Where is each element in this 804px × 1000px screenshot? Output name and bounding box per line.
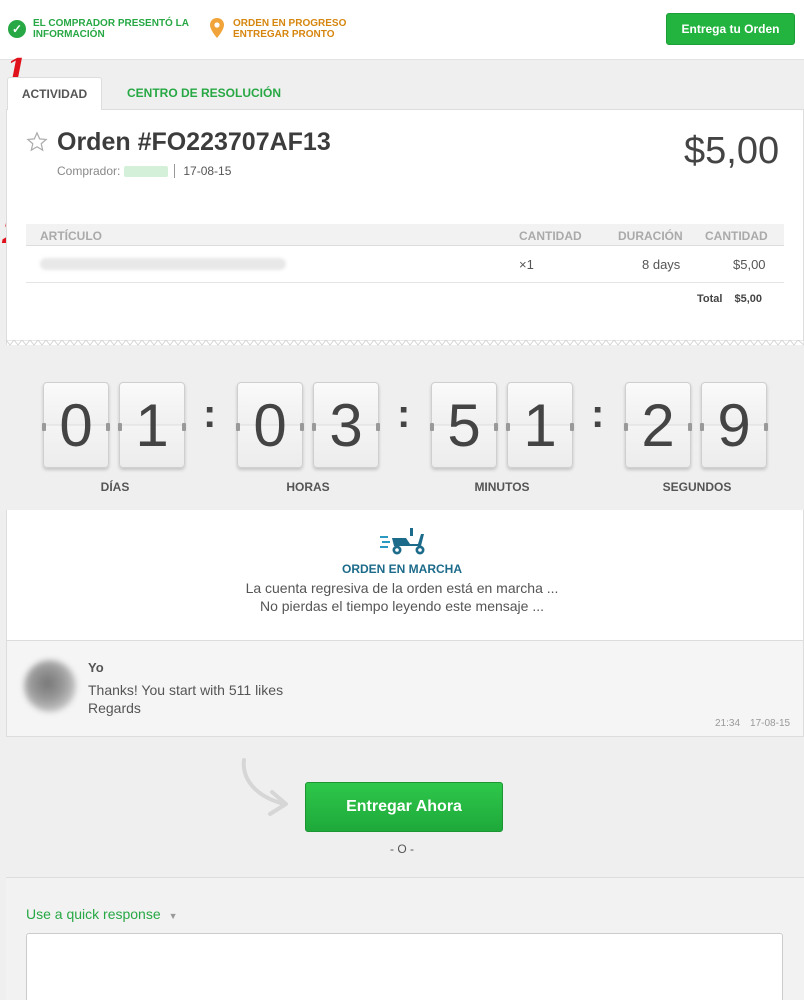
deliver-order-button[interactable]: Entrega tu Orden: [666, 13, 795, 45]
tab-activity[interactable]: ACTIVIDAD: [7, 77, 102, 110]
countdown-digit: 0: [42, 382, 110, 468]
status-buyer-info: ✓ EL COMPRADOR PRESENTÓ LA INFORMACIÓN: [8, 18, 203, 40]
total-value: $5,00: [734, 293, 762, 305]
order-date: 17-08-15: [183, 164, 232, 178]
order-table-header: ARTÍCULO CANTIDAD DURACIÓN CANTIDAD: [26, 224, 784, 246]
message-author: Yo: [88, 660, 104, 675]
buyer-name-redacted[interactable]: [124, 165, 169, 177]
countdown-digit: 1: [118, 382, 186, 468]
countdown-digit: 9: [700, 382, 768, 468]
buyer-label: Comprador:: [57, 164, 121, 178]
check-icon: ✓: [8, 20, 26, 38]
hand-drawn-arrow-icon: [241, 758, 288, 816]
deliver-now-button[interactable]: Entregar Ahora: [305, 782, 503, 832]
order-price: $5,00: [684, 130, 780, 172]
column-amount: CANTIDAD: [705, 229, 768, 243]
unit-seconds: SEGUNDOS: [662, 480, 732, 494]
table-row: ×1 8 days $5,00: [26, 247, 784, 283]
star-icon[interactable]: [26, 131, 48, 153]
column-article: ARTÍCULO: [40, 229, 102, 243]
quick-response-dropdown[interactable]: Use a quick response ▼: [26, 906, 178, 922]
status-progress-line1: ORDEN EN PROGRESO: [233, 18, 347, 29]
message-timestamp: 21:34 17-08-15: [715, 718, 790, 729]
total-label: Total: [697, 293, 723, 305]
divider: [174, 164, 176, 178]
avatar: [24, 660, 76, 712]
item-duration: 8 days: [642, 257, 681, 272]
order-title: Orden #FO223707AF13: [57, 128, 331, 156]
countdown-digit: 5: [430, 382, 498, 468]
countdown-digit: 3: [312, 382, 380, 468]
status-title: ORDEN EN MARCHA: [342, 562, 462, 576]
countdown-separator: :: [591, 392, 605, 436]
status-line-1: La cuenta regresiva de la orden está en …: [245, 580, 559, 596]
countdown-digit: 1: [506, 382, 574, 468]
item-quantity: ×1: [519, 257, 534, 272]
message-textarea[interactable]: [26, 933, 783, 1000]
item-amount: $5,00: [733, 257, 766, 272]
unit-hours: HORAS: [286, 480, 330, 494]
order-total: Total $5,00: [697, 293, 762, 305]
chevron-down-icon: ▼: [168, 911, 178, 921]
countdown-digit: 2: [624, 382, 692, 468]
column-quantity: CANTIDAD: [519, 229, 582, 243]
or-separator: - O -: [390, 842, 414, 856]
quick-response-label: Use a quick response: [26, 906, 161, 922]
message-line-2: Regards: [88, 700, 141, 716]
location-pin-icon: [210, 18, 224, 38]
torn-edge: [6, 340, 804, 346]
status-order-progress: ORDEN EN PROGRESO ENTREGAR PRONTO: [210, 18, 346, 40]
countdown-separator: :: [397, 392, 411, 436]
item-name-redacted: [40, 258, 286, 270]
message-time: 21:34: [715, 718, 741, 729]
tab-resolution-center[interactable]: CENTRO DE RESOLUCIÓN: [127, 86, 281, 100]
unit-minutes: MINUTOS: [474, 480, 530, 494]
unit-days: DÍAS: [100, 480, 130, 494]
status-line-2: No pierdas el tiempo leyendo este mensaj…: [259, 598, 545, 614]
delivery-scooter-icon: [380, 528, 425, 555]
countdown-separator: :: [203, 392, 217, 436]
message-date: 17-08-15: [750, 718, 791, 729]
countdown-digit: 0: [236, 382, 304, 468]
status-buyer-text: EL COMPRADOR PRESENTÓ LA INFORMACIÓN: [33, 18, 189, 40]
column-duration: DURACIÓN: [618, 229, 683, 243]
status-progress-line2: ENTREGAR PRONTO: [233, 29, 335, 40]
buyer-info: Comprador: 17-08-15: [57, 164, 231, 178]
message-line-1: Thanks! You start with 511 likes: [88, 682, 284, 698]
